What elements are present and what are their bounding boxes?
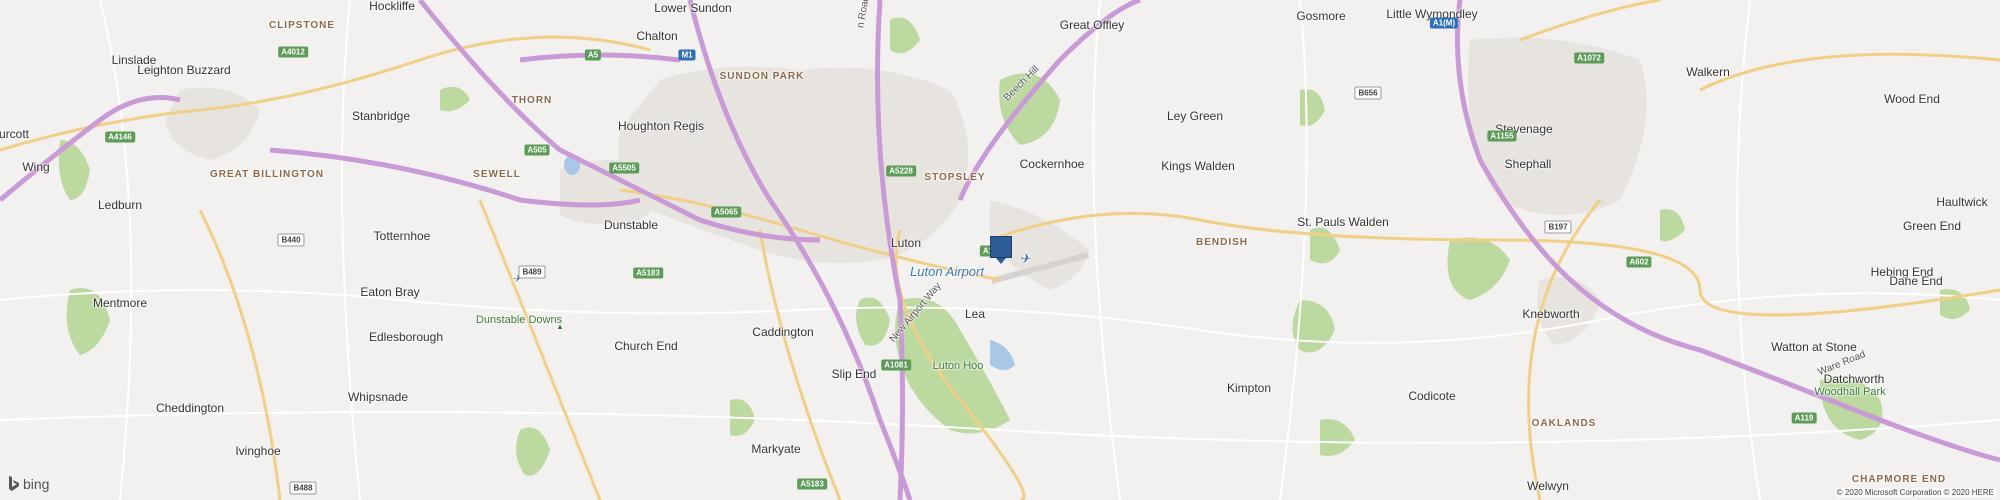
park-label-woodhall-park: Woodhall Park xyxy=(1814,386,1886,398)
place-label-cockernhoe: Cockernhoe xyxy=(1019,157,1085,171)
place-label-leighton-buzzard: Leighton Buzzard xyxy=(137,63,231,77)
bing-icon xyxy=(9,476,19,491)
place-label-dunstable: Dunstable xyxy=(603,218,659,232)
place-label-kimpton: Kimpton xyxy=(1226,381,1272,395)
road-shield-a5183: A5183 xyxy=(797,478,827,490)
map-attribution: © 2020 Microsoft Corporation © 2020 HERE xyxy=(1834,488,1996,497)
road-shield-b440: B440 xyxy=(277,233,305,247)
road-shield-a119: A119 xyxy=(1791,412,1817,424)
place-label-luton: Luton xyxy=(890,236,922,250)
road-shield-a4012: A4012 xyxy=(278,46,308,58)
place-label-markyate: Markyate xyxy=(751,442,801,456)
district-label-stopsley: STOPSLEY xyxy=(924,172,986,183)
road-shield-a4146: A4146 xyxy=(105,131,135,143)
road-shield-a602: A602 xyxy=(1626,256,1652,268)
location-marker-tail xyxy=(996,258,1006,264)
place-label-hockliffe: Hockliffe xyxy=(369,0,415,13)
place-label-kings-walden: Kings Walden xyxy=(1161,159,1235,173)
airport-icon: ✈ xyxy=(1019,251,1031,266)
place-label-walkern: Walkern xyxy=(1686,65,1730,79)
road-shield-a1072: A1072 xyxy=(1574,52,1604,64)
road-shield-b197: B197 xyxy=(1544,220,1572,234)
place-label-mentmore: Mentmore xyxy=(92,296,148,310)
district-label-clipstone: CLIPSTONE xyxy=(268,20,336,31)
place-label-dane-end: Dane End xyxy=(1889,274,1943,288)
location-marker-icon[interactable] xyxy=(990,236,1012,258)
place-label-lea: Lea xyxy=(964,307,986,321)
place-label-urcott: urcott xyxy=(0,127,30,141)
place-label-church-end: Church End xyxy=(614,339,678,353)
district-label-sewell: SEWELL xyxy=(473,169,521,180)
place-label-great-offley: Great Offley xyxy=(1059,18,1125,32)
road-shield-m1: M1 xyxy=(678,49,696,61)
place-label-haultwick: Haultwick xyxy=(1936,195,1988,209)
district-label-great-billington: GREAT BILLINGTON xyxy=(210,169,324,180)
airport-label: Luton Airport xyxy=(910,264,984,279)
place-label-st-pauls-walden: St. Pauls Walden xyxy=(1297,215,1389,229)
district-label-bendish: BENDISH xyxy=(1195,237,1249,248)
place-label-green-end: Green End xyxy=(1902,219,1962,233)
road-shield-b488: B488 xyxy=(289,481,317,495)
road-shield-b489: B489 xyxy=(518,265,546,279)
district-label-chapmore-end: CHAPMORE END xyxy=(1851,474,1947,485)
road-shield-a1081: A1081 xyxy=(881,359,911,371)
place-label-wood-end: Wood End xyxy=(1884,92,1940,106)
road-shield-a5: A5 xyxy=(584,49,602,61)
peak-icon: ▲ xyxy=(556,322,564,331)
place-label-ley-green: Ley Green xyxy=(1166,109,1224,123)
place-label-codicote: Codicote xyxy=(1408,389,1456,403)
place-label-shephall: Shephall xyxy=(1504,157,1552,171)
place-label-chalton: Chalton xyxy=(636,29,678,43)
place-label-stanbridge: Stanbridge xyxy=(351,109,411,123)
place-label-knebworth: Knebworth xyxy=(1522,307,1580,321)
road-shield-a5183: A5183 xyxy=(633,267,663,279)
place-label-ivinghoe: Ivinghoe xyxy=(235,444,281,458)
bing-logo[interactable]: bing xyxy=(8,476,49,492)
place-label-wing: Wing xyxy=(22,160,50,174)
place-label-houghton-regis: Houghton Regis xyxy=(617,119,705,133)
place-label-welwyn: Welwyn xyxy=(1527,479,1569,493)
place-label-eaton-bray: Eaton Bray xyxy=(360,285,420,299)
road-shield-b656: B656 xyxy=(1354,86,1382,100)
place-label-whipsnade: Whipsnade xyxy=(347,390,409,404)
park-label-dunstable-downs: Dunstable Downs xyxy=(475,314,563,326)
road-shield-a5065: A5065 xyxy=(711,206,741,218)
road-shield-a1-m: A1(M) xyxy=(1429,17,1459,29)
road-shield-a5505: A5505 xyxy=(609,162,639,174)
place-label-totternhoe: Totternhoe xyxy=(373,229,431,243)
place-label-watton-at-stone: Watton at Stone xyxy=(1771,340,1857,354)
map-canvas[interactable]: Hockliffe Lower Sundon Great Offley Gosmore… xyxy=(0,0,2000,500)
place-label-caddington: Caddington xyxy=(752,325,814,339)
district-label-sundon-park: SUNDON PARK xyxy=(719,71,805,82)
place-label-ledburn: Ledburn xyxy=(97,198,143,212)
road-shield-a505: A505 xyxy=(524,144,550,156)
place-label-lower-sundon: Lower Sundon xyxy=(654,1,732,15)
district-label-oaklands: OAKLANDS xyxy=(1531,418,1597,429)
district-label-thorn: THORN xyxy=(511,95,553,106)
place-label-cheddington: Cheddington xyxy=(155,401,225,415)
road-shield-a5228: A5228 xyxy=(886,165,916,177)
bing-wordmark: bing xyxy=(23,476,50,492)
place-label-slip-end: Slip End xyxy=(831,367,877,381)
road-shield-a1155: A1155 xyxy=(1487,130,1517,142)
place-label-edlesborough: Edlesborough xyxy=(368,330,444,344)
park-label-luton-hoo: Luton Hoo xyxy=(932,360,984,372)
place-label-gosmore: Gosmore xyxy=(1296,9,1346,23)
